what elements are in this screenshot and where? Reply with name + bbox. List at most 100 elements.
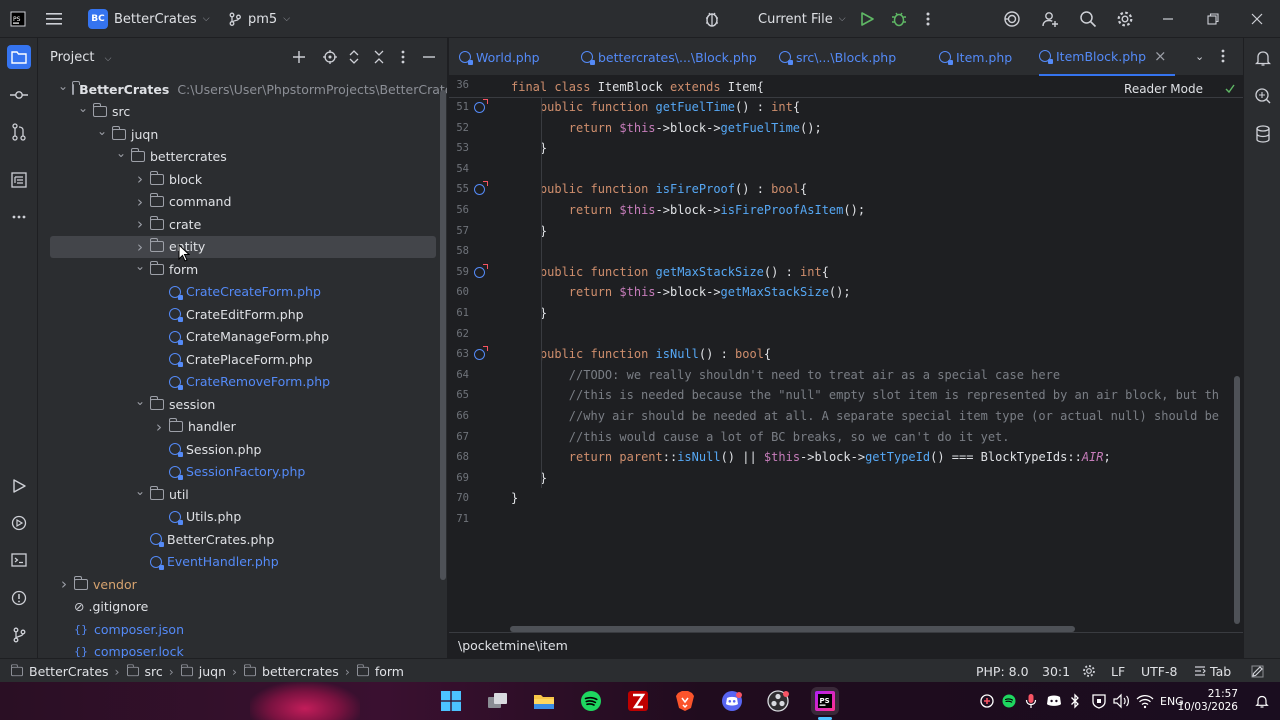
editor-tab[interactable]: ItemBlock.php ×: [1039, 38, 1175, 76]
tree-item[interactable]: ⌄ bettercrates: [50, 146, 436, 168]
close-window-icon[interactable]: [1251, 0, 1263, 38]
spotify-tray-icon[interactable]: [1002, 694, 1016, 708]
tree-item[interactable]: › vendor: [50, 573, 436, 595]
windows-start-icon[interactable]: [437, 687, 465, 715]
tree-item[interactable]: ⌄ BetterCrates C:\Users\User\PhpstormProje…: [50, 78, 447, 100]
code-line[interactable]: return $this->block->getMaxStackSize();: [511, 282, 851, 302]
tree-item[interactable]: › block: [50, 168, 436, 190]
services-icon[interactable]: [7, 511, 31, 535]
tree-item[interactable]: {} composer.lock: [50, 641, 436, 658]
search-icon[interactable]: [1079, 0, 1097, 38]
structure-icon[interactable]: [7, 168, 31, 192]
wifi-tray-icon[interactable]: [1136, 693, 1154, 709]
tab-list-chevron-icon[interactable]: ⌄: [1195, 50, 1204, 63]
branch-switcher[interactable]: pm5 ⌵: [228, 0, 290, 38]
tree-item[interactable]: › crate: [50, 213, 436, 235]
breadcrumb-item[interactable]: BetterCrates: [10, 664, 109, 679]
bluetooth-tray-icon[interactable]: [1070, 693, 1080, 709]
run-icon[interactable]: [860, 0, 874, 38]
tree-item[interactable]: ⌄ util: [50, 483, 436, 505]
add-new-icon[interactable]: [292, 50, 306, 64]
code-line[interactable]: public function isFireProof() : bool{: [511, 179, 807, 199]
discord-ptb-icon[interactable]: [718, 687, 746, 715]
chevron-down-icon[interactable]: ⌄: [115, 146, 127, 160]
indent-widget[interactable]: Tab: [1194, 659, 1231, 683]
chevron-down-icon[interactable]: ⌄: [134, 259, 146, 273]
bug-ladybug-icon[interactable]: [703, 0, 721, 38]
namespace-breadcrumb[interactable]: \pocketmine\item: [458, 638, 568, 653]
chevron-down-icon[interactable]: ⌄: [58, 79, 68, 93]
panel-options-icon[interactable]: [401, 50, 405, 64]
chevron-down-icon[interactable]: ⌄: [134, 484, 146, 498]
minimize-window-icon[interactable]: [1162, 0, 1174, 38]
tree-item[interactable]: CrateManageForm.php: [50, 326, 436, 348]
tree-item[interactable]: CrateRemoveForm.php: [50, 371, 436, 393]
tree-item[interactable]: BetterCrates.php: [50, 528, 436, 550]
chevron-right-icon[interactable]: ›: [134, 193, 146, 211]
run-config-selector[interactable]: Current File ⌵: [758, 0, 846, 38]
code-line[interactable]: //TODO: we really shouldn't need to trea…: [511, 365, 1060, 385]
run-tool-icon[interactable]: [7, 474, 31, 498]
vpn-shield-tray-icon[interactable]: [1090, 693, 1108, 709]
project-tool-folder-icon[interactable]: [7, 45, 31, 69]
clock-widget[interactable]: 21:57 10/03/2026: [1177, 682, 1238, 720]
debug-icon[interactable]: [891, 0, 907, 38]
editor-tab[interactable]: bettercrates\...\Block.php: [581, 38, 765, 76]
tree-item[interactable]: SessionFactory.php: [50, 461, 436, 483]
code-line[interactable]: return $this->block->getFuelTime();: [511, 118, 822, 138]
tree-item[interactable]: EventHandler.php: [50, 551, 436, 573]
tree-item[interactable]: ⌄ juqn: [50, 123, 436, 145]
settings-gear-icon[interactable]: [1116, 0, 1134, 38]
tree-item[interactable]: ⌄ session: [50, 393, 436, 415]
phpstorm-logo-icon[interactable]: PS: [10, 0, 26, 38]
terminal-icon[interactable]: [7, 548, 31, 572]
reader-mode-toggle[interactable]: Reader Mode: [1124, 82, 1203, 96]
code-line[interactable]: //this would cause a lot of BC breaks, s…: [511, 427, 1010, 447]
tree-item[interactable]: {} composer.json: [50, 618, 436, 640]
project-view-dropdown[interactable]: Project ⌵: [50, 50, 111, 65]
ai-assistant-icon[interactable]: [1003, 0, 1021, 38]
breadcrumb-item[interactable]: bettercrates: [243, 664, 339, 679]
tree-item[interactable]: › entity: [50, 235, 436, 258]
tree-item[interactable]: CratePlaceForm.php: [50, 348, 436, 370]
notifications-bell-icon[interactable]: [1251, 46, 1275, 70]
no-problems-check-icon[interactable]: [1225, 84, 1235, 94]
volume-tray-icon[interactable]: [1113, 693, 1131, 709]
code-line[interactable]: public function getMaxStackSize() : int{: [511, 262, 829, 282]
close-tab-icon[interactable]: ×: [1154, 47, 1167, 65]
chevron-down-icon[interactable]: ⌄: [96, 124, 108, 138]
editor-vertical-scrollbar[interactable]: [1234, 376, 1240, 624]
overrides-method-icon[interactable]: [474, 263, 488, 278]
spotify-icon[interactable]: [577, 687, 605, 715]
chevron-down-icon[interactable]: ⌄: [77, 101, 89, 115]
security-shield-tray-icon[interactable]: [980, 694, 994, 708]
chevron-right-icon[interactable]: ›: [153, 418, 165, 436]
tree-item[interactable]: Utils.php: [50, 506, 436, 528]
file-explorer-icon[interactable]: [530, 687, 558, 715]
chevron-right-icon[interactable]: ›: [134, 238, 146, 256]
maximize-window-icon[interactable]: [1207, 0, 1219, 38]
tree-item[interactable]: CrateEditForm.php: [50, 303, 436, 325]
ai-chat-icon[interactable]: [1251, 84, 1275, 108]
code-editor[interactable]: 36 51 52 53 54 55 56 57 58 59 60 61 62 63 64 65 66 67 68 69…: [449, 76, 1243, 632]
breadcrumb-item[interactable]: src: [126, 664, 163, 679]
chevron-down-icon[interactable]: ⌄: [134, 394, 146, 408]
add-user-icon[interactable]: [1041, 0, 1059, 38]
discord-tray-icon[interactable]: [1046, 694, 1062, 708]
main-menu-icon[interactable]: [46, 0, 62, 38]
caret-position-widget[interactable]: 30:1: [1042, 659, 1070, 683]
code-line[interactable]: return parent::isNull() || $this->block-…: [511, 447, 1111, 467]
editor-tab[interactable]: src\...\Block.php: [779, 38, 904, 76]
problems-icon[interactable]: [7, 586, 31, 610]
tree-item[interactable]: ⌄ src: [50, 101, 436, 123]
overrides-method-icon[interactable]: [474, 99, 488, 113]
code-line[interactable]: //why air should be needed at all. A sep…: [511, 406, 1219, 426]
tree-item[interactable]: Session.php: [50, 438, 436, 460]
more-tool-windows-icon[interactable]: [7, 205, 31, 229]
tab-options-icon[interactable]: [1221, 49, 1225, 66]
commit-icon[interactable]: [7, 83, 31, 107]
collapse-all-icon[interactable]: [374, 50, 384, 64]
project-tree-scrollbar[interactable]: [440, 90, 446, 580]
tree-item[interactable]: › handler: [50, 416, 436, 438]
editor-tab[interactable]: World.php: [459, 38, 548, 76]
